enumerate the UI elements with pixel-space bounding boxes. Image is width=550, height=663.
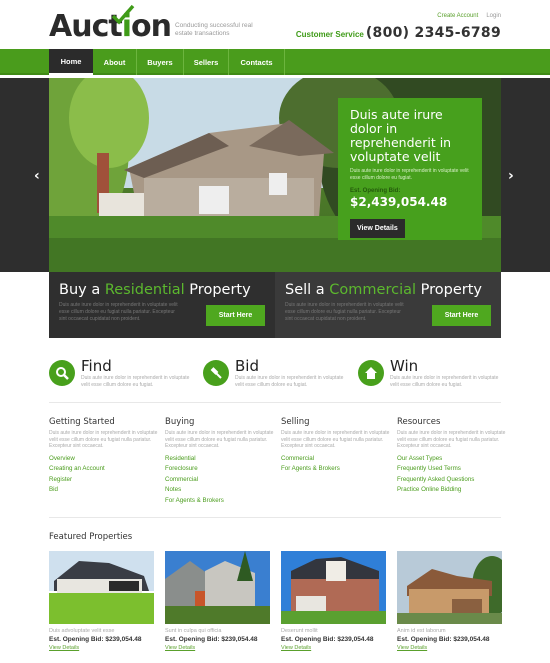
- nav-contacts[interactable]: Contacts: [229, 49, 285, 75]
- link-practice-bidding[interactable]: Practice Online Bidding: [397, 485, 509, 496]
- property-caption: Sunt in culpa qui officia: [165, 628, 222, 634]
- nav-buyers[interactable]: Buyers: [137, 49, 184, 75]
- home-icon: [358, 360, 384, 386]
- section-divider: [49, 402, 501, 403]
- property-card: Deserunt mollit Est. Opening Bid: $239,0…: [281, 551, 386, 651]
- phone-number[interactable]: (800) 2345-6789: [366, 25, 501, 41]
- nav-about[interactable]: About: [93, 49, 137, 75]
- link-foreclosure[interactable]: Foreclosure: [165, 464, 277, 475]
- column-buying: Buying Duis aute irure dolor in reprehen…: [165, 417, 277, 506]
- property-image[interactable]: [165, 551, 270, 624]
- property-card: Anim id est laborum Est. Opening Bid: $2…: [397, 551, 502, 651]
- logo-wordmark: Auction: [49, 4, 172, 44]
- tagline: Conducting successful real estate transa…: [174, 22, 253, 37]
- feature-title: Find: [81, 357, 112, 375]
- featured-title: Featured Properties: [49, 532, 133, 542]
- property-price: Est. Opening Bid: $239,054.48: [49, 636, 142, 643]
- link-notes[interactable]: Notes: [165, 485, 277, 496]
- hero-promo-box: Duis aute irure dolor in reprehenderit i…: [338, 98, 482, 240]
- feature-title: Win: [390, 357, 419, 375]
- login-link[interactable]: Login: [486, 13, 501, 19]
- link-register[interactable]: Register: [49, 475, 161, 486]
- property-image[interactable]: [281, 551, 386, 624]
- start-here-button[interactable]: Start Here: [432, 305, 491, 326]
- gavel-icon: [203, 360, 229, 386]
- nav-sellers[interactable]: Sellers: [184, 49, 229, 75]
- logo[interactable]: Auction Conducting successful real estat…: [49, 4, 255, 44]
- feature-text: Duis aute irure dolor in reprehenderit i…: [390, 375, 499, 388]
- column-text: Duis aute irure dolor in reprehenderit i…: [397, 430, 506, 449]
- section-divider: [49, 517, 501, 518]
- customer-service: Customer Service (800) 2345-6789: [296, 25, 501, 41]
- account-links: Create Account Login: [437, 13, 501, 19]
- property-image[interactable]: [397, 551, 502, 624]
- link-residential[interactable]: Residential: [165, 454, 277, 465]
- link-faq[interactable]: Frequently Asked Questions: [397, 475, 509, 486]
- bid-value: $2,439,054.48: [350, 195, 448, 209]
- promo-title: Duis aute irure dolor in reprehenderit i…: [350, 107, 452, 164]
- link-creating-account[interactable]: Creating an Account: [49, 464, 161, 475]
- property-card: Duis advoluptate velit esse Est. Opening…: [49, 551, 154, 651]
- search-icon: [49, 360, 75, 386]
- column-title: Resources: [397, 417, 441, 427]
- property-price: Est. Opening Bid: $239,054.48: [397, 636, 490, 643]
- link-overview[interactable]: Overview: [49, 454, 161, 465]
- property-price: Est. Opening Bid: $239,054.48: [165, 636, 258, 643]
- nav-home[interactable]: Home: [49, 49, 93, 75]
- property-caption: Duis advoluptate velit esse: [49, 628, 115, 634]
- property-caption: Anim id est laborum: [397, 628, 446, 634]
- next-slide-arrow[interactable]: ›: [508, 168, 514, 184]
- view-details-link[interactable]: View Details: [165, 645, 270, 651]
- start-here-button[interactable]: Start Here: [206, 305, 265, 326]
- promo-text: Duis aute irure dolor in reprehenderit i…: [350, 168, 469, 181]
- column-title: Getting Started: [49, 417, 115, 427]
- column-getting-started: Getting Started Duis aute irure dolor in…: [49, 417, 161, 496]
- property-card: Sunt in culpa qui officia Est. Opening B…: [165, 551, 270, 651]
- customer-service-label: Customer Service: [295, 30, 364, 39]
- create-account-link[interactable]: Create Account: [437, 13, 478, 19]
- checkmark-icon: [111, 4, 135, 25]
- link-commercial[interactable]: Commercial: [165, 475, 277, 486]
- bid-label: Est. Opening Bid:: [350, 188, 401, 194]
- column-resources: Resources Duis aute irure dolor in repre…: [397, 417, 509, 496]
- link-agents-brokers[interactable]: For Agents & Brokers: [281, 464, 393, 475]
- cta-title: Sell a Commercial Property: [285, 282, 482, 298]
- column-text: Duis aute irure dolor in reprehenderit i…: [49, 430, 158, 449]
- sell-commercial-panel: Sell a Commercial Property Duis aute iru…: [275, 272, 501, 338]
- link-commercial[interactable]: Commercial: [281, 454, 393, 465]
- property-caption: Deserunt mollit: [281, 628, 318, 634]
- feature-win: Win Duis aute irure dolor in reprehenderi…: [358, 357, 500, 388]
- view-details-link[interactable]: View Details: [49, 645, 154, 651]
- feature-bid: Bid Duis aute irure dolor in reprehenderi…: [203, 357, 345, 388]
- feature-title: Bid: [235, 357, 259, 375]
- feature-text: Duis aute irure dolor in reprehenderit i…: [235, 375, 344, 388]
- prev-slide-arrow[interactable]: ‹: [34, 168, 40, 184]
- cta-text: Duis aute irure dolor in reprehenderit i…: [59, 302, 178, 322]
- feature-find: Find Duis aute irure dolor in reprehender…: [49, 357, 191, 388]
- buy-residential-panel: Buy a Residential Property Duis aute iru…: [49, 272, 275, 338]
- link-agents-brokers[interactable]: For Agents & Brokers: [165, 496, 277, 507]
- cta-title: Buy a Residential Property: [59, 282, 251, 298]
- column-text: Duis aute irure dolor in reprehenderit i…: [165, 430, 274, 449]
- hero-slider: ‹ › Duis aute irure dolor in reprehender…: [0, 78, 550, 272]
- column-text: Duis aute irure dolor in reprehenderit i…: [281, 430, 390, 449]
- view-details-link[interactable]: View Details: [281, 645, 386, 651]
- column-title: Buying: [165, 417, 195, 427]
- view-details-link[interactable]: View Details: [397, 645, 502, 651]
- column-selling: Selling Duis aute irure dolor in reprehe…: [281, 417, 393, 475]
- feature-text: Duis aute irure dolor in reprehenderit i…: [81, 375, 190, 388]
- property-image[interactable]: [49, 551, 154, 624]
- link-bid[interactable]: Bid: [49, 485, 161, 496]
- column-title: Selling: [281, 417, 310, 427]
- link-used-terms[interactable]: Frequently Used Terms: [397, 464, 509, 475]
- main-nav: Home About Buyers Sellers Contacts: [0, 49, 550, 75]
- view-details-button[interactable]: View Details: [350, 219, 405, 238]
- link-asset-types[interactable]: Our Asset Types: [397, 454, 509, 465]
- property-price: Est. Opening Bid: $239,054.48: [281, 636, 374, 643]
- cta-text: Duis aute irure dolor in reprehenderit i…: [285, 302, 404, 322]
